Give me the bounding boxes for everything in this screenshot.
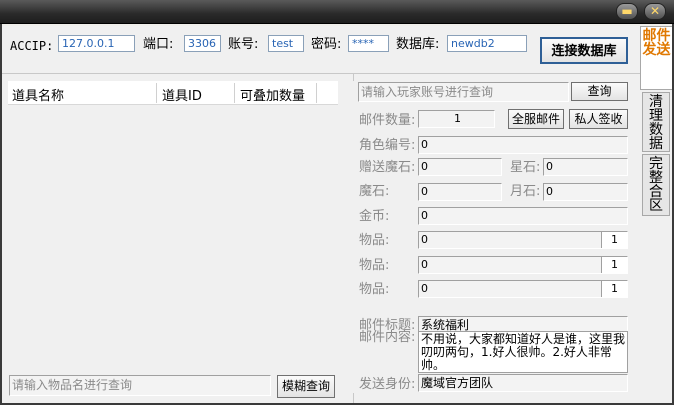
item-label-2: 物品:	[359, 258, 390, 273]
password-field[interactable]: ****	[348, 35, 389, 52]
gold-field[interactable]: 0	[418, 207, 628, 225]
column-item-name[interactable]: 道具名称	[12, 85, 64, 104]
header-divider	[2, 73, 640, 74]
tab-clean-data[interactable]: 清理数据	[642, 92, 670, 152]
role-id-label: 角色编号:	[359, 138, 416, 153]
fuzzy-search-button[interactable]: 模糊查询	[277, 375, 335, 398]
accip-label: ACCIP:	[10, 39, 54, 53]
tab-merge-server[interactable]: 完整合区	[642, 154, 670, 216]
player-search-input[interactable]: 请输入玩家账号进行查询	[358, 82, 569, 102]
database-label: 数据库:	[396, 37, 440, 52]
moon-stone-field[interactable]: 0	[543, 183, 628, 201]
column-stack-count[interactable]: 可叠加数量	[240, 85, 305, 104]
item-field-1[interactable]: 0 1	[418, 231, 628, 249]
gold-label: 金币:	[359, 209, 390, 224]
query-button[interactable]: 查询	[571, 82, 628, 101]
account-label: 账号:	[228, 37, 259, 52]
item-field-3[interactable]: 0 1	[418, 280, 628, 298]
column-item-id[interactable]: 道具ID	[162, 85, 202, 104]
port-field[interactable]: 3306	[184, 35, 221, 52]
mail-count-field[interactable]: 1	[418, 110, 495, 128]
accip-field[interactable]: 127.0.0.1	[58, 35, 135, 52]
gift-magic-stone-field[interactable]: 0	[418, 158, 502, 176]
mail-count-label: 邮件数量:	[359, 113, 416, 128]
connect-db-button[interactable]: 连接数据库	[540, 37, 628, 64]
item-quantity-1[interactable]: 1	[601, 232, 627, 248]
star-stone-label: 星石:	[510, 160, 541, 175]
gift-magic-stone-label: 赠送魔石:	[359, 160, 416, 175]
item-table-header: 道具名称 道具ID 可叠加数量	[8, 81, 338, 105]
item-quantity-2[interactable]: 1	[601, 257, 627, 273]
main-panel: ACCIP: 127.0.0.1 端口: 3306 账号: test 密码: *…	[2, 26, 640, 403]
close-icon[interactable]: ✕	[644, 3, 666, 20]
sender-label: 发送身份:	[359, 377, 416, 392]
star-stone-field[interactable]: 0	[543, 158, 628, 176]
database-field[interactable]: newdb2	[447, 35, 527, 52]
title-bar: ▬ ✕	[0, 0, 674, 24]
magic-stone-field[interactable]: 0	[418, 183, 502, 201]
item-label-1: 物品:	[359, 233, 390, 248]
all-server-mail-button[interactable]: 全服邮件	[508, 109, 564, 129]
role-id-field[interactable]: 0	[418, 136, 628, 154]
minimize-icon[interactable]: ▬	[616, 3, 638, 20]
sender-field[interactable]: 魔域官方团队	[418, 374, 628, 392]
port-label: 端口:	[143, 37, 174, 52]
item-table: 道具名称 道具ID 可叠加数量	[6, 81, 354, 393]
magic-stone-label: 魔石:	[359, 184, 390, 199]
item-quantity-3[interactable]: 1	[601, 281, 627, 297]
item-search-input[interactable]: 请输入物品名进行查询	[9, 375, 271, 396]
vertical-tab-bar: 邮件发送 清理数据 完整合区	[640, 26, 672, 403]
mail-content-textarea[interactable]: 不用说，大家都知道好人是谁，这里我叨叨两句，1.好人很帅。2.好人非常帅。	[418, 331, 628, 373]
private-sign-button[interactable]: 私人签收	[569, 109, 628, 129]
tab-mail-send[interactable]: 邮件发送	[640, 26, 672, 90]
moon-stone-label: 月石:	[510, 184, 541, 199]
account-field[interactable]: test	[268, 35, 304, 52]
item-field-2[interactable]: 0 1	[418, 256, 628, 274]
password-label: 密码:	[311, 37, 342, 52]
item-label-3: 物品:	[359, 282, 390, 297]
mail-content-label: 邮件内容:	[359, 330, 416, 345]
